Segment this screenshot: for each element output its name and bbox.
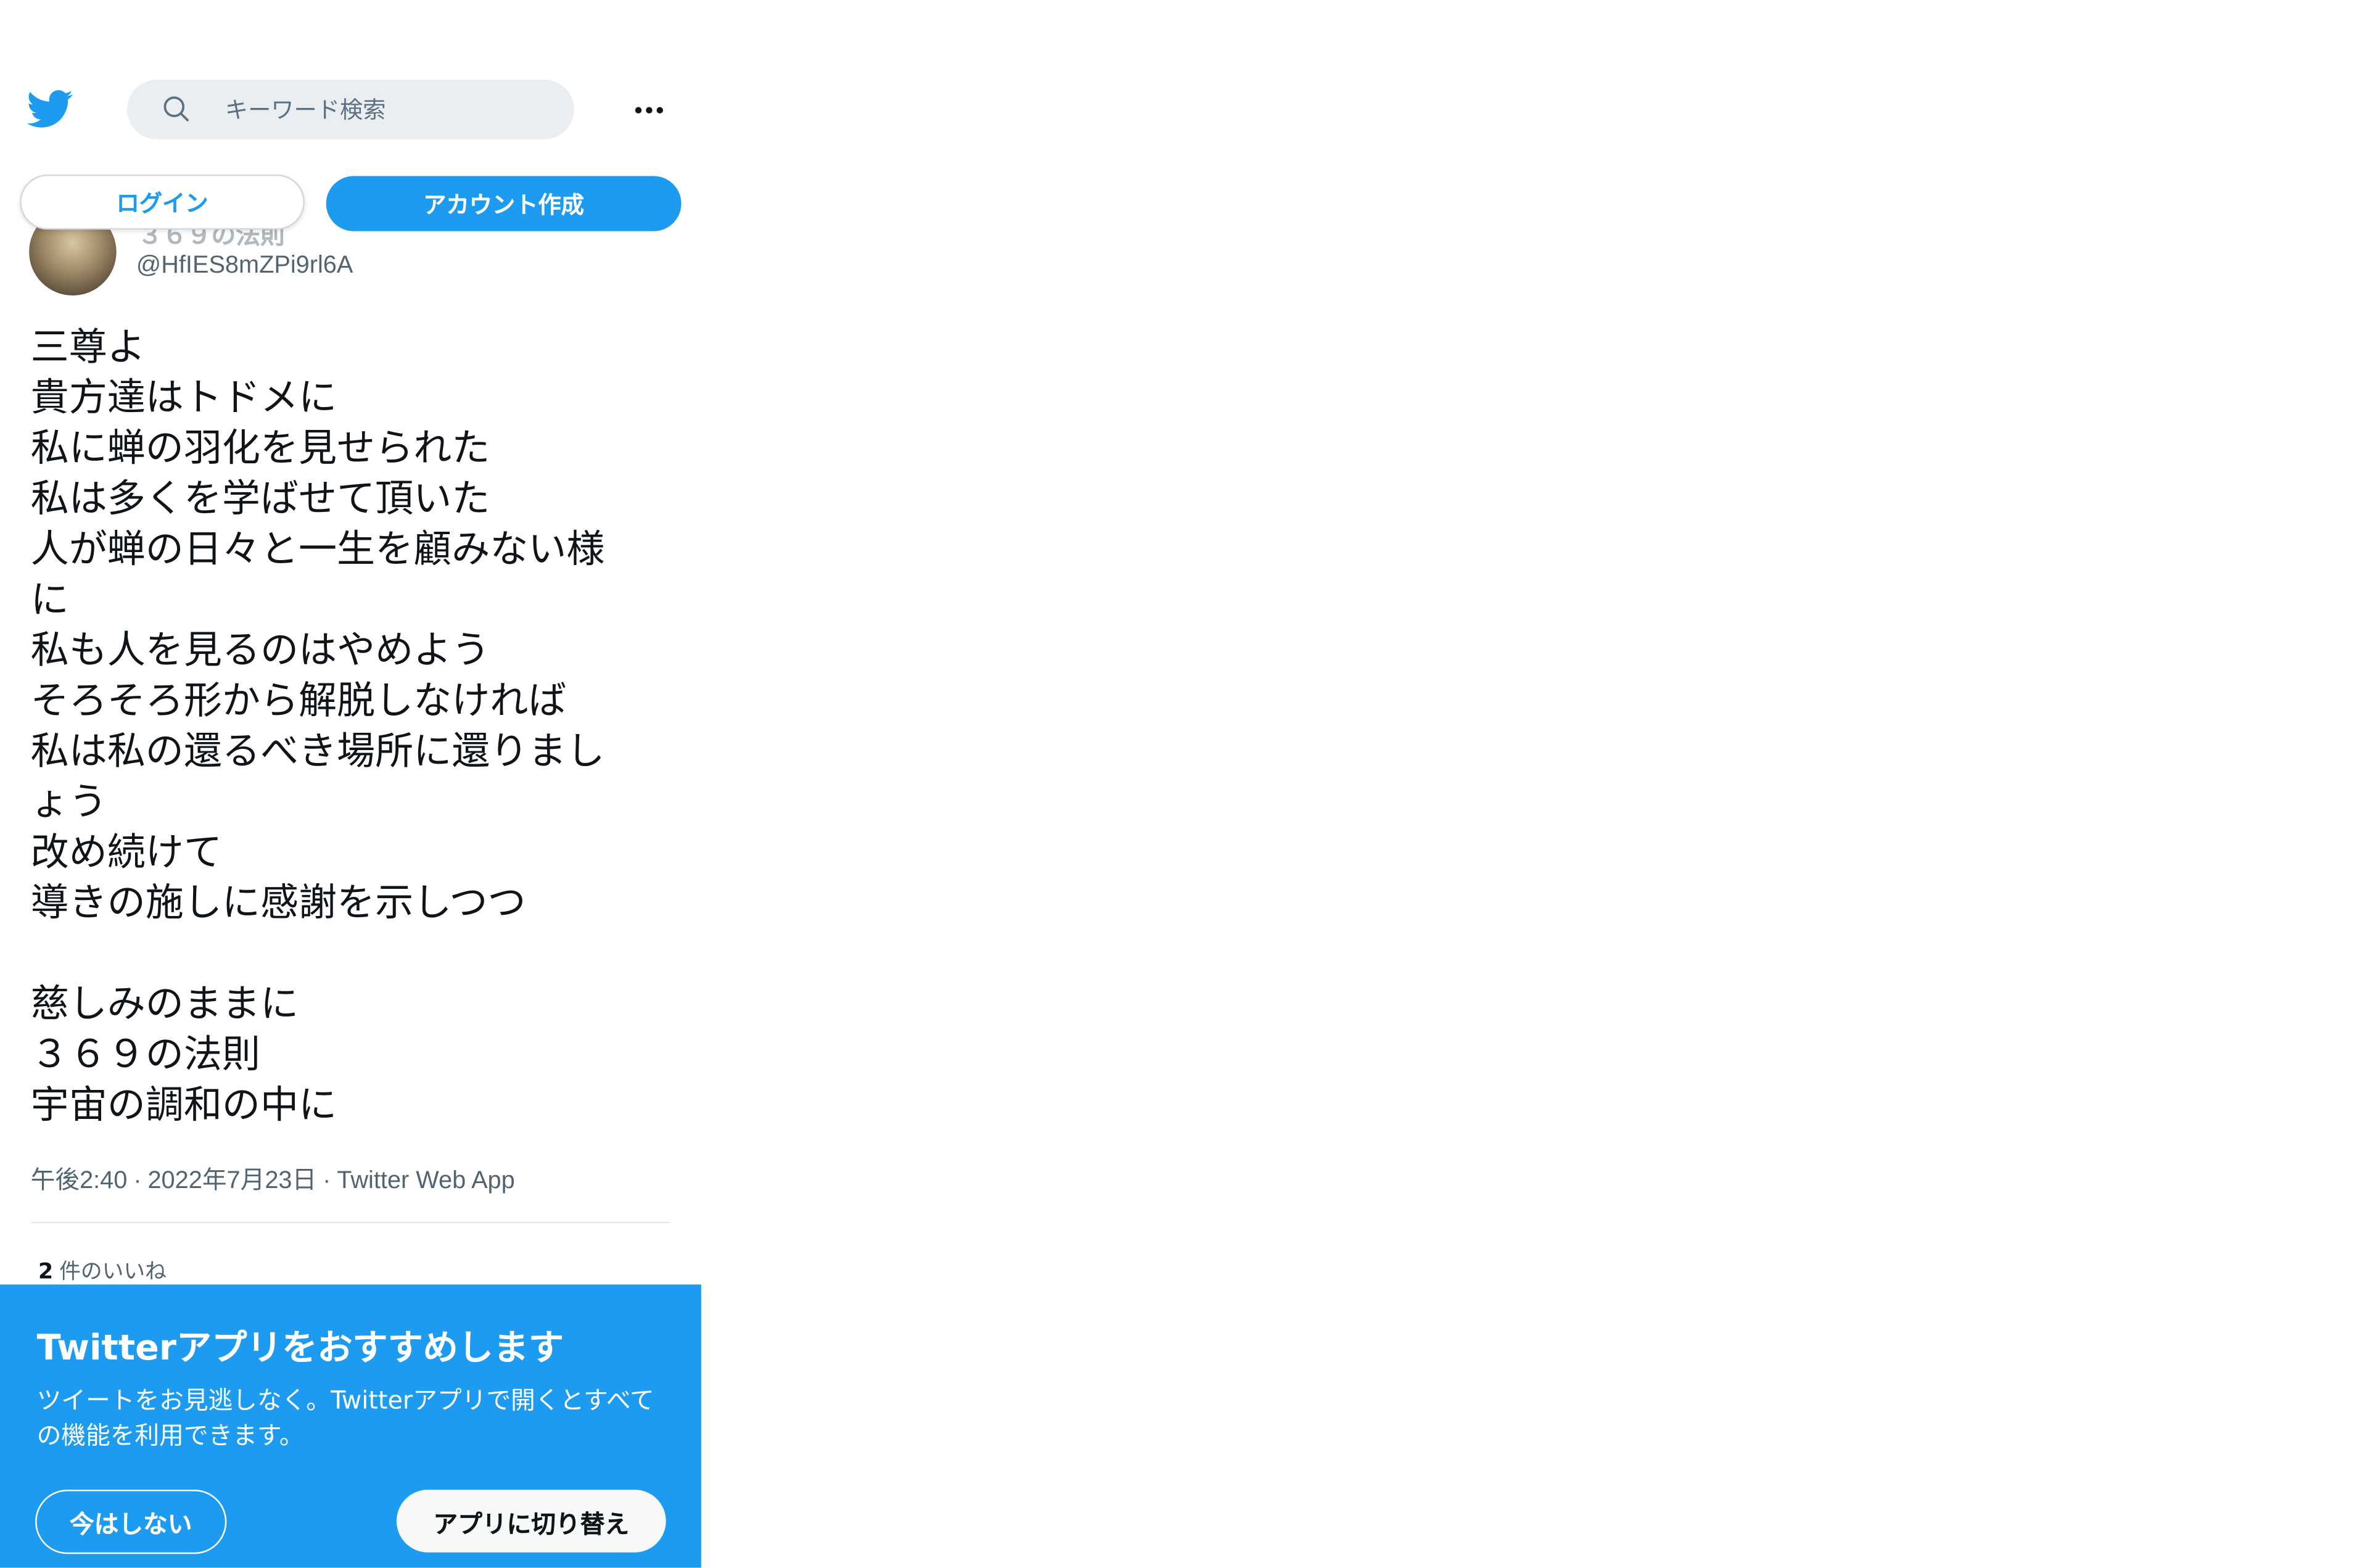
search-icon <box>163 96 189 122</box>
likes-stat[interactable]: 2 件のいいね <box>38 1255 167 1286</box>
switch-to-app-button[interactable]: アプリに切り替え <box>396 1489 666 1553</box>
promo-text: ツイートをお見逃しなく。Twitterアプリで開くとすべての機能を利用できます。 <box>36 1385 654 1450</box>
app-promo-banner: Twitterアプリをおすすめします ツイートをお見逃しなく。Twitterアプ… <box>0 1284 701 1568</box>
signup-button[interactable]: アカウント作成 <box>326 176 682 231</box>
likes-count: 2 <box>38 1260 54 1285</box>
tweet-line: 私も人を見るのはやめよう <box>30 627 490 672</box>
tweet-line: 私は多くを学ばせて頂いた <box>30 476 490 521</box>
tweet-line: ３６９の法則 <box>30 1031 260 1076</box>
promo-title: Twitterアプリをおすすめします <box>36 1329 564 1369</box>
tweet-source[interactable]: Twitter Web App <box>337 1168 514 1194</box>
tweet-line: 貴方達はトドメに <box>30 375 337 420</box>
likes-label: 件のいいね <box>59 1260 167 1285</box>
meta-separator: · <box>323 1168 331 1194</box>
page-column: ３６９の法則 @HfIES8mZPi9rl6A ログイン アカウント作成 三尊よ… <box>0 0 701 1568</box>
tweet-time[interactable]: 午後2:40 <box>31 1168 128 1194</box>
tweet-line: ょう <box>30 779 107 824</box>
search-input[interactable] <box>225 80 547 139</box>
divider <box>30 1221 671 1224</box>
author-handle[interactable]: @HfIES8mZPi9rl6A <box>136 253 353 281</box>
auth-buttons: ログイン アカウント作成 <box>20 174 682 233</box>
more-icon[interactable] <box>631 95 668 126</box>
tweet-line: に <box>30 577 69 622</box>
tweet-line: 私は私の還るべき場所に還りまし <box>30 728 605 774</box>
login-button[interactable]: ログイン <box>20 174 305 230</box>
tweet-line: 導きの施しに感謝を示しつつ <box>30 880 526 925</box>
tweet-line: 改め続けて <box>30 830 222 875</box>
search-box[interactable] <box>127 80 574 139</box>
tweet-line: 三尊よ <box>30 324 146 369</box>
not-now-button[interactable]: 今はしない <box>35 1489 227 1554</box>
tweet-line <box>31 928 674 978</box>
tweet-date[interactable]: 2022年7月23日 <box>147 1168 316 1194</box>
tweet-text: 三尊よ 貴方達はトドメに 私に蝉の羽化を見せられた 私は多くを学ばせて頂いた 人… <box>31 321 674 1129</box>
meta-separator: · <box>133 1168 142 1194</box>
tweet-meta: 午後2:40 · 2022年7月23日 · Twitter Web App <box>31 1159 515 1196</box>
tweet-line: 慈しみのままに <box>30 981 299 1026</box>
tweet-line: そろそろ形から解脱しなければ <box>30 678 567 723</box>
twitter-bird-icon[interactable] <box>26 86 75 131</box>
tweet-line: 私に蝉の羽化を見せられた <box>30 425 490 470</box>
tweet-line: 宇宙の調和の中に <box>30 1082 337 1127</box>
tweet-line: 人が蝉の日々と一生を顧みない様 <box>30 526 605 571</box>
